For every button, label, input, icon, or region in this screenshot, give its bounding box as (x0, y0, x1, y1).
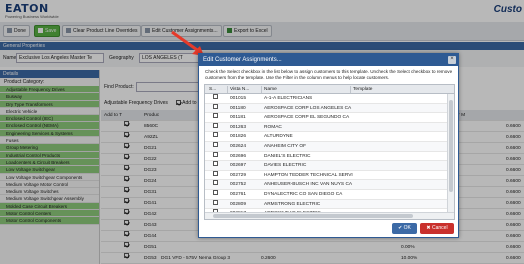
customer-name: ALTURDYNE (264, 134, 293, 140)
dialog-titlebar: Edit Customer Assignments... × (199, 54, 458, 66)
select-checkbox[interactable] (213, 122, 218, 128)
vista-number: 001263 (230, 124, 247, 130)
select-checkbox[interactable] (213, 94, 218, 99)
vista-number: 002696 (230, 153, 247, 159)
customer-row[interactable]: 001181 AEROSPACE CORP EL SEGUNDO CA (205, 113, 448, 123)
vista-number: 002729 (230, 172, 247, 178)
customer-row[interactable]: 002697 DAVIES ELECTRIC (205, 161, 448, 171)
vista-number: 001826 (230, 134, 247, 140)
customer-grid-header: S... Vista N... Name Template (205, 85, 454, 94)
select-checkbox[interactable] (213, 113, 218, 119)
vista-number: 002809 (230, 201, 247, 207)
col-vista-number[interactable]: Vista N... (230, 85, 249, 94)
select-checkbox[interactable] (213, 132, 218, 138)
customer-row[interactable]: 002696 DANIEL'S ELECTRIC (205, 151, 448, 162)
customer-name: DANIEL'S ELECTRIC (264, 153, 311, 159)
vista-number: 002697 (230, 163, 247, 169)
vista-number: 002624 (230, 144, 247, 149)
customer-grid: S... Vista N... Name Template 001015 A-1-… (204, 84, 455, 220)
column-separator (227, 86, 228, 93)
customer-row[interactable]: 001015 A-1-A ELECTRICIANS (205, 94, 448, 104)
customer-name: A-1-A ELECTRICIANS (264, 96, 313, 101)
customer-row[interactable]: 002729 HAMPTON TEDDER TECHNICAL SERVI (205, 170, 448, 181)
close-icon[interactable]: × (448, 56, 456, 64)
customer-row[interactable]: 002624 ANAHEIM CITY OF (205, 142, 448, 152)
dialog-description: Check the Select checkbox in the list be… (205, 69, 453, 80)
select-checkbox[interactable] (213, 103, 218, 109)
customer-row[interactable]: 002752 ANHEUSER-BUSCH INC VAN NUYS CA (205, 180, 448, 190)
select-checkbox[interactable] (213, 142, 218, 147)
dialog-title: Edit Customer Assignments... (203, 57, 282, 63)
customer-name: AEROSPACE CORP EL SEGUNDO CA (264, 115, 350, 121)
vertical-scrollbar[interactable] (447, 94, 454, 213)
vista-number: 002752 (230, 182, 247, 188)
ok-button[interactable]: ✔ OK (392, 223, 417, 234)
customer-name: DAVIES ELECTRIC (264, 163, 307, 169)
scroll-thumb[interactable] (213, 214, 413, 218)
customer-name: ANHEUSER-BUSCH INC VAN NUYS CA (264, 182, 353, 188)
cancel-button[interactable]: ✖ Cancel (420, 223, 454, 234)
edit-customer-assignments-dialog: Edit Customer Assignments... × Check the… (198, 53, 459, 238)
select-checkbox[interactable] (213, 170, 218, 176)
customer-row[interactable]: 002761 DYNALECTRIC CO SAN DIEGO CA (205, 190, 448, 200)
select-checkbox[interactable] (213, 161, 218, 167)
vista-number: 001015 (230, 96, 247, 101)
customer-name: DYNALECTRIC CO SAN DIEGO CA (264, 192, 343, 197)
customer-row[interactable]: 002809 ARMSTRONG ELECTRIC (205, 199, 448, 210)
customer-name: AEROSPACE CORP LOS ANGELES CA (264, 105, 352, 111)
col-name[interactable]: Name (264, 85, 277, 94)
select-checkbox[interactable] (213, 151, 218, 157)
column-separator (261, 86, 262, 93)
col-select[interactable]: S... (209, 85, 216, 94)
vista-number: 001181 (230, 115, 246, 121)
customer-row[interactable]: 001263 ROMAC (205, 122, 448, 133)
customer-name: ROMAC (264, 124, 282, 130)
customer-name: ARMSTRONG ELECTRIC (264, 201, 321, 207)
select-checkbox[interactable] (213, 190, 218, 195)
column-separator (350, 86, 351, 93)
vista-number: 002761 (230, 192, 247, 197)
col-template[interactable]: Template (353, 85, 372, 94)
customer-name: HAMPTON TEDDER TECHNICAL SERVI (264, 172, 353, 178)
scroll-thumb[interactable] (449, 100, 453, 192)
select-checkbox[interactable] (213, 180, 218, 186)
customer-row[interactable]: 001826 ALTURDYNE (205, 132, 448, 142)
customer-row[interactable]: 001180 AEROSPACE CORP LOS ANGELES CA (205, 103, 448, 114)
select-checkbox[interactable] (213, 199, 218, 205)
horizontal-scrollbar[interactable] (205, 212, 454, 219)
vista-number: 001180 (230, 105, 246, 111)
customer-name: ANAHEIM CITY OF (264, 144, 307, 149)
